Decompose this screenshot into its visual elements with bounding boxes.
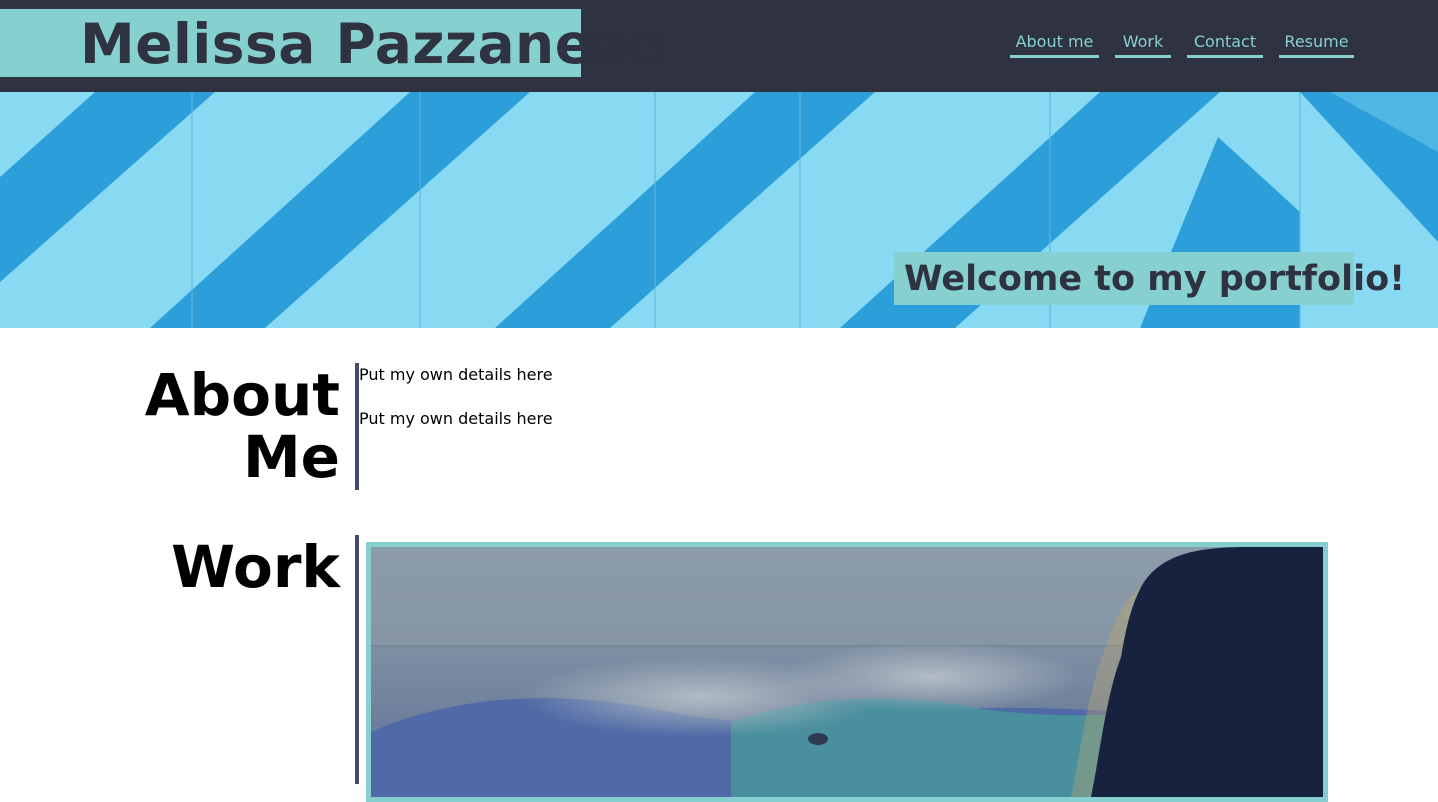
welcome-text: Welcome to my portfolio!: [904, 259, 1406, 299]
about-heading-line1: About: [144, 361, 340, 429]
brand-banner: Melissa Pazzanese: [0, 9, 663, 77]
top-navigation-bar: Melissa Pazzanese About me Work Contact …: [0, 0, 1438, 92]
work-heading: Work: [171, 533, 340, 601]
work-project-image[interactable]: [366, 542, 1328, 802]
nav-link-work[interactable]: Work: [1115, 32, 1171, 58]
about-heading: About Me: [140, 362, 340, 490]
site-title[interactable]: Melissa Pazzanese: [80, 14, 664, 74]
about-paragraph-1: Put my own details here: [359, 365, 553, 384]
nav-link-contact[interactable]: Contact: [1187, 32, 1263, 58]
nav-link-resume[interactable]: Resume: [1279, 32, 1354, 58]
welcome-banner: Welcome to my portfolio!: [894, 252, 1405, 305]
surf-photo: [371, 547, 1323, 797]
nav-link-about-me[interactable]: About me: [1010, 32, 1099, 58]
work-divider: [355, 535, 359, 784]
about-paragraph-2: Put my own details here: [359, 409, 553, 428]
about-heading-line2: Me: [242, 423, 340, 491]
